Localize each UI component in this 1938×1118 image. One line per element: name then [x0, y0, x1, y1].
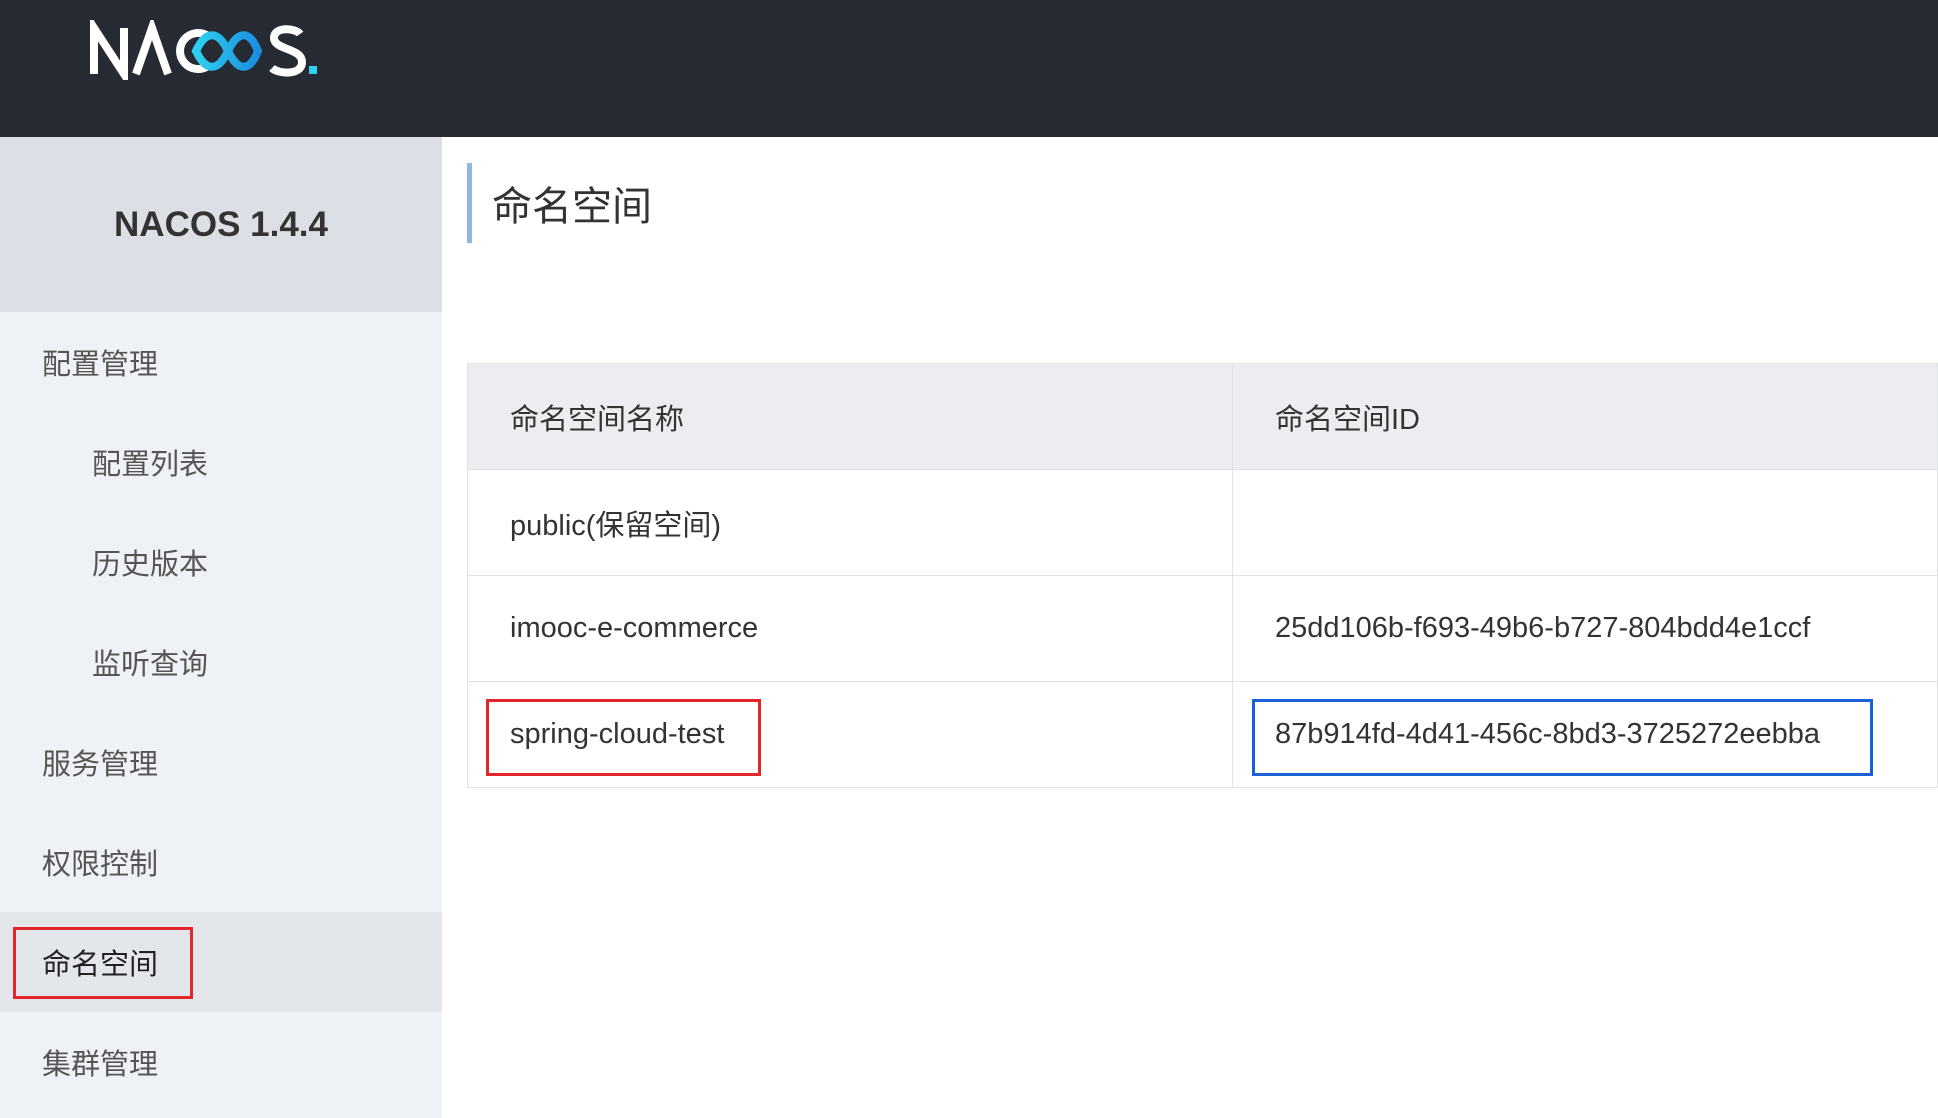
sidebar-item-label: 服务管理: [42, 747, 159, 781]
namespace-id-cell: [1232, 469, 1938, 576]
table-row[interactable]: imooc-e-commerce 25dd106b-f693-49b6-b727…: [467, 575, 1938, 682]
sidebar-item-cluster-management[interactable]: 集群管理: [0, 1012, 442, 1112]
sidebar-item-namespace[interactable]: 命名空间: [0, 912, 442, 1012]
top-header: [0, 0, 1938, 137]
sidebar-item-label: 配置列表: [92, 447, 209, 481]
sidebar-item-label: 配置管理: [42, 347, 159, 381]
sidebar-item-label: 命名空间: [42, 947, 159, 981]
sidebar-item-label: 权限控制: [42, 847, 159, 881]
sidebar-item-listener-query[interactable]: 监听查询: [0, 612, 442, 712]
table-row[interactable]: public(保留空间): [467, 469, 1938, 576]
sidebar-item-label: 集群管理: [42, 1047, 159, 1081]
namespace-id-cell: 87b914fd-4d41-456c-8bd3-3725272eebba: [1232, 681, 1938, 788]
sidebar-item-config-management[interactable]: 配置管理: [0, 312, 442, 412]
sidebar-item-label: 历史版本: [92, 547, 209, 581]
page-header: 命名空间: [467, 163, 652, 243]
sidebar: NACOS 1.4.4 配置管理 配置列表 历史版本 监听查询 服务管理 权限控…: [0, 137, 442, 1118]
column-header-namespace-id: 命名空间ID: [1232, 363, 1938, 470]
sidebar-item-label: 监听查询: [92, 647, 209, 681]
column-header-namespace-name: 命名空间名称: [467, 363, 1233, 470]
sidebar-item-config-list[interactable]: 配置列表: [0, 412, 442, 512]
table-row[interactable]: spring-cloud-test 87b914fd-4d41-456c-8bd…: [467, 681, 1938, 788]
namespace-id-cell: 25dd106b-f693-49b6-b727-804bdd4e1ccf: [1232, 575, 1938, 682]
version-label: NACOS 1.4.4: [0, 137, 442, 312]
sidebar-item-access-control[interactable]: 权限控制: [0, 812, 442, 912]
namespace-table: 命名空间名称 命名空间ID public(保留空间) imooc-e-comme…: [467, 363, 1938, 788]
table-header-row: 命名空间名称 命名空间ID: [467, 363, 1938, 470]
namespace-name-cell: spring-cloud-test: [467, 681, 1233, 788]
page-title: 命名空间: [492, 184, 652, 230]
nacos-logo[interactable]: [90, 20, 340, 80]
namespace-name-cell: imooc-e-commerce: [467, 575, 1233, 682]
namespace-name-cell: public(保留空间): [467, 469, 1233, 576]
sidebar-item-history[interactable]: 历史版本: [0, 512, 442, 612]
sidebar-item-service-management[interactable]: 服务管理: [0, 712, 442, 812]
